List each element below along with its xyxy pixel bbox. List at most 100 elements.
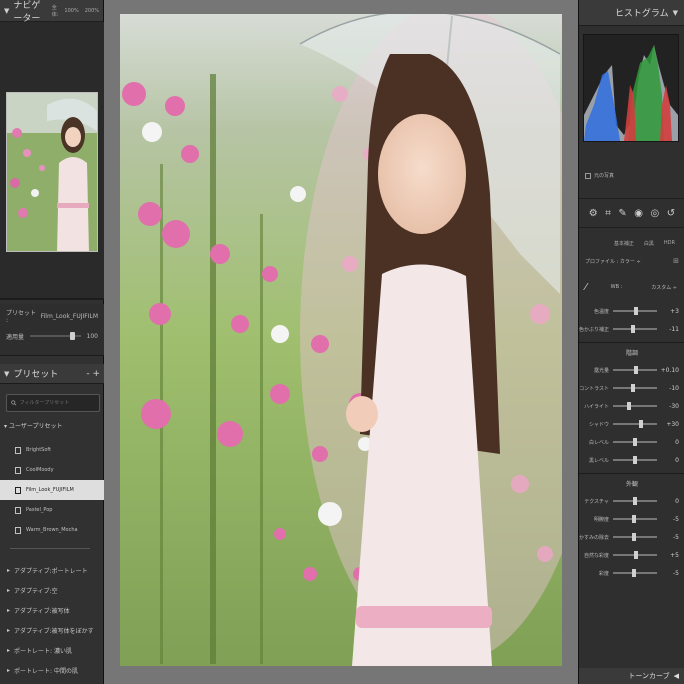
- preset-amount-value: 100: [86, 332, 98, 340]
- search-icon: [11, 400, 17, 406]
- slider-knob[interactable]: [631, 569, 636, 577]
- preset-group[interactable]: ▸ アダプティブ:空: [0, 580, 104, 600]
- preset-group[interactable]: ▸ アダプティブ:被写体: [0, 600, 104, 620]
- slider-knob[interactable]: [627, 402, 631, 410]
- expand-triangle-icon: ▸: [7, 586, 11, 594]
- user-presets-group[interactable]: ▾ ユーザープリセット: [4, 421, 62, 430]
- navigator-header[interactable]: ▼ ナビゲーター 全体: 100% 200%: [0, 0, 103, 24]
- edit-sliders-icon[interactable]: ⚙: [589, 208, 598, 219]
- slider-value[interactable]: +0.10: [657, 367, 679, 374]
- slider-track[interactable]: [613, 533, 657, 541]
- navigator-preview[interactable]: [0, 22, 104, 300]
- slider-knob[interactable]: [633, 366, 638, 374]
- basic-panel: 基本補正 白黒 HDR プロファイル : カラー ÷ ⊞ ⁄ WB : カスタム…: [579, 236, 684, 582]
- slider-track[interactable]: [613, 402, 657, 410]
- slider-value[interactable]: -11: [657, 326, 679, 333]
- preset-group[interactable]: ▸ アダプティブ:被写体をぼかす: [0, 620, 104, 640]
- expand-triangle-icon[interactable]: ▾: [4, 423, 7, 430]
- slider-value[interactable]: -30: [657, 403, 679, 410]
- photo-preview[interactable]: [120, 14, 562, 666]
- slider-value[interactable]: -10: [657, 385, 679, 392]
- collapse-triangle-icon[interactable]: ▼: [673, 9, 678, 17]
- slider-knob[interactable]: [633, 497, 637, 505]
- slider-label: 明瞭度: [593, 516, 609, 523]
- slider-knob[interactable]: [631, 515, 636, 523]
- slider-knob[interactable]: [634, 551, 639, 559]
- slider-track[interactable]: [613, 497, 657, 505]
- preset-item[interactable]: Pastel_Pop: [0, 500, 104, 520]
- slider-value[interactable]: +30: [657, 421, 679, 428]
- expand-triangle-icon: ▸: [7, 606, 11, 614]
- preset-search-input[interactable]: [19, 400, 95, 406]
- slider-label: 黒レベル: [588, 457, 609, 464]
- preset-item[interactable]: BrightSoft: [0, 440, 104, 460]
- slider-value[interactable]: 0: [657, 457, 679, 464]
- slider-knob[interactable]: [634, 307, 639, 315]
- slider-knob[interactable]: [639, 420, 643, 428]
- slider-value[interactable]: +3: [657, 308, 679, 315]
- preset-item[interactable]: Warm_Brown_Mocha: [0, 520, 104, 540]
- tool-strip: ⚙ ⌗ ✎ ◉ ◎ ↺: [579, 198, 684, 228]
- preset-item[interactable]: CoolMoody: [0, 460, 104, 480]
- zoom-fit-option[interactable]: 全体:: [52, 4, 59, 18]
- redeye-icon[interactable]: ◉: [634, 208, 643, 219]
- slider-track[interactable]: [613, 438, 657, 446]
- preset-search-box[interactable]: [6, 394, 100, 412]
- reset-icon[interactable]: ↺: [667, 208, 675, 219]
- slider-track[interactable]: [613, 307, 657, 315]
- preset-group[interactable]: ▸ アダプティブ:ポートレート: [0, 560, 104, 580]
- preset-group[interactable]: ▸ ポートレート: 中間の肌: [0, 660, 104, 680]
- collapse-triangle-icon[interactable]: ▼: [4, 7, 9, 15]
- crop-icon[interactable]: ⌗: [605, 208, 611, 219]
- slider-track[interactable]: [613, 366, 657, 374]
- slider-knob[interactable]: [631, 384, 635, 392]
- histogram-header[interactable]: ヒストグラム ▼: [579, 0, 684, 26]
- original-photo-checkbox[interactable]: 元の写真: [585, 172, 614, 179]
- preset-group[interactable]: ▸ ポートレート: 濃い肌: [0, 640, 104, 660]
- preset-amount-panel: プリセット : Film_Look_FUJIFILM 適用量 100: [0, 304, 104, 356]
- preset-amount-slider[interactable]: [30, 332, 81, 340]
- slider-knob[interactable]: [633, 456, 637, 464]
- slider-value[interactable]: -5: [657, 516, 679, 523]
- slider-track[interactable]: [613, 551, 657, 559]
- healing-icon[interactable]: ✎: [618, 208, 626, 219]
- wb-dropdown[interactable]: カスタム ÷: [651, 284, 677, 291]
- slider-knob[interactable]: [633, 438, 637, 446]
- add-remove-preset-controls[interactable]: - +: [86, 369, 100, 379]
- tab-hdr[interactable]: HDR: [664, 240, 675, 246]
- presence-section-label: 外観: [625, 481, 638, 488]
- tone-curve-label: トーンカーブ: [628, 672, 670, 680]
- tab-bw[interactable]: 白黒: [644, 240, 654, 247]
- zoom-100-option[interactable]: 100%: [64, 8, 78, 14]
- profile-browser-icon[interactable]: ⊞: [673, 257, 679, 265]
- tab-basic[interactable]: 基本補正: [614, 240, 634, 247]
- masking-icon[interactable]: ◎: [651, 208, 660, 219]
- zoom-200-option[interactable]: 200%: [85, 8, 99, 14]
- wb-eyedropper-icon[interactable]: ⁄: [585, 282, 587, 293]
- slider-track[interactable]: [613, 420, 657, 428]
- slider-track[interactable]: [613, 515, 657, 523]
- collapse-triangle-icon[interactable]: ▼: [4, 370, 9, 378]
- presets-header[interactable]: ▼ プリセット - +: [0, 364, 104, 384]
- slider-value[interactable]: +5: [657, 552, 679, 559]
- profile-label[interactable]: プロファイル : カラー ÷: [585, 258, 641, 265]
- slider-track[interactable]: [613, 456, 657, 464]
- slider-track[interactable]: [613, 325, 657, 333]
- slider-knob[interactable]: [631, 533, 636, 541]
- checkbox[interactable]: [585, 172, 591, 179]
- navigator-title: ナビゲーター: [13, 0, 41, 24]
- slider-track[interactable]: [613, 569, 657, 577]
- preset-item-selected[interactable]: Film_Look_FUJIFILM: [0, 480, 104, 500]
- slider-value[interactable]: 0: [657, 498, 679, 505]
- expand-triangle-icon: ▸: [7, 666, 11, 674]
- slider-knob[interactable]: [70, 332, 76, 340]
- tone-curve-header[interactable]: トーンカーブ ◀: [579, 668, 684, 684]
- slider-value[interactable]: 0: [657, 439, 679, 446]
- slider-value[interactable]: -5: [657, 534, 679, 541]
- slider-track[interactable]: [613, 384, 657, 392]
- slider-value[interactable]: -5: [657, 570, 679, 577]
- slider-knob[interactable]: [631, 325, 635, 333]
- navigator-thumbnail[interactable]: [6, 92, 98, 252]
- tone-sliders: 露光量 +0.10 コントラスト -10 ハイライト -30 シャドウ +30 白レベル 0 黒レベ…: [579, 361, 684, 469]
- collapse-triangle-icon[interactable]: ◀: [674, 672, 679, 680]
